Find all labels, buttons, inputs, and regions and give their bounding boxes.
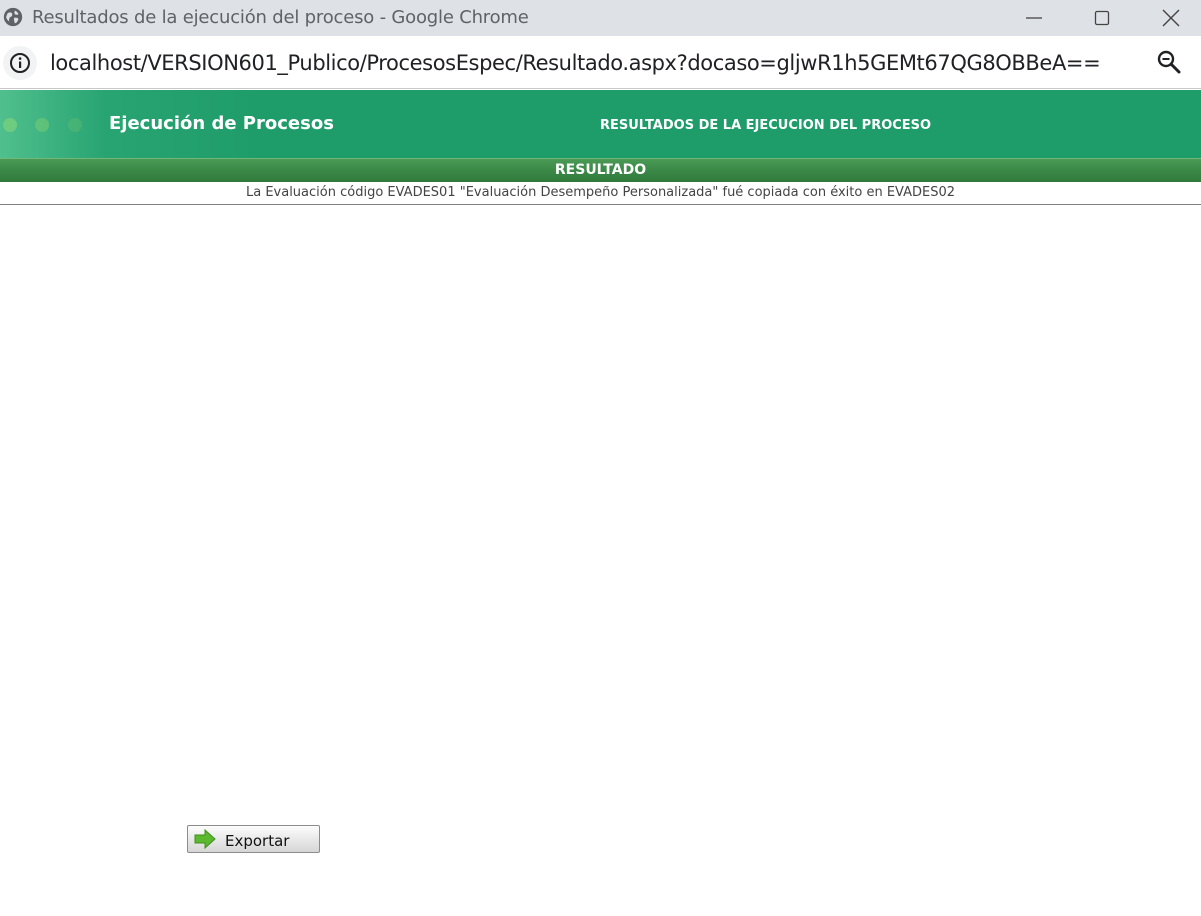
- window-title-bar: Resultados de la ejecución del proceso -…: [0, 0, 1201, 36]
- export-button-label: Exportar: [225, 832, 290, 850]
- window-title: Resultados de la ejecución del proceso -…: [32, 7, 529, 28]
- export-button[interactable]: Exportar: [187, 825, 320, 853]
- zoom-icon[interactable]: [1156, 49, 1182, 75]
- globe-icon: [3, 7, 23, 27]
- site-info-button[interactable]: [3, 46, 37, 80]
- result-message: La Evaluación código EVADES01 "Evaluació…: [245, 185, 956, 200]
- result-label: RESULTADO: [554, 162, 647, 178]
- close-button[interactable]: [1148, 0, 1194, 36]
- close-icon: [1162, 9, 1180, 27]
- arrow-right-icon: [194, 829, 216, 849]
- maximize-icon: [1094, 10, 1110, 26]
- page-heading: RESULTADOS DE LA EJECUCION DEL PROCESO: [600, 118, 932, 133]
- minimize-button[interactable]: [1011, 0, 1057, 36]
- url-field[interactable]: localhost/VERSION601_Publico/ProcesosEsp…: [50, 51, 1101, 75]
- decorative-dot: [35, 118, 49, 132]
- decorative-dot: [68, 118, 82, 132]
- minimize-icon: [1026, 17, 1042, 19]
- address-bar: localhost/VERSION601_Publico/ProcesosEsp…: [0, 36, 1201, 89]
- divider: [0, 204, 1201, 205]
- decorative-dot: [3, 118, 17, 132]
- info-icon: [10, 53, 30, 73]
- app-title: Ejecución de Procesos: [109, 113, 334, 134]
- maximize-button[interactable]: [1079, 0, 1125, 36]
